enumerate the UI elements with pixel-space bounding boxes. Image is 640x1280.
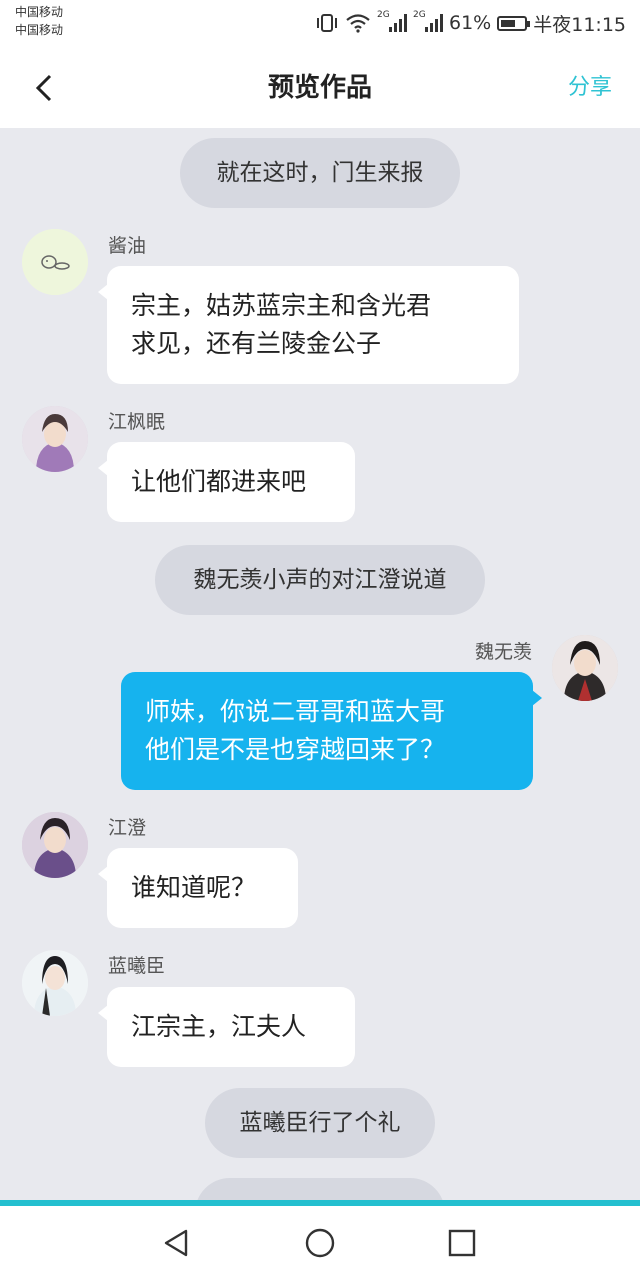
portrait-avatar-icon — [22, 812, 88, 878]
back-triangle-icon[interactable] — [160, 1226, 194, 1260]
carrier-label-1: 中国移动 — [15, 5, 64, 19]
signal-icon: 2G — [377, 10, 407, 32]
sender-name: 蓝曦臣 — [108, 955, 166, 977]
battery-icon — [497, 15, 531, 31]
system-nav-bar — [0, 1206, 640, 1280]
network-type-2: 2G — [413, 10, 426, 20]
portrait-avatar-icon — [552, 635, 618, 701]
battery-percent: 61% — [449, 12, 492, 34]
carrier-label-2: 中国移动 — [15, 23, 64, 37]
message-text-line: 他们是不是也穿越回来了？ — [145, 735, 446, 764]
status-bar: 中国移动 中国移动 2G 2G 61% 半夜11:15 — [0, 0, 640, 48]
nav-bar: 预览作品 分享 — [0, 48, 640, 128]
sender-name: 江澄 — [108, 817, 147, 839]
message-bubble: 宗主，姑苏蓝宗主和含光君 求见，还有兰陵金公子 — [98, 266, 519, 384]
portrait-avatar-icon — [22, 406, 88, 472]
sender-name: 魏无羡 — [474, 641, 532, 663]
signal-icon: 2G — [413, 10, 443, 32]
status-icons: 2G 2G 61% 半夜11:15 — [315, 10, 626, 36]
clock: 半夜11:15 — [533, 13, 626, 36]
message-text-line: 师妹，你说二哥哥和蓝大哥 — [145, 697, 446, 726]
message-text-line: 江宗主，江夫人 — [131, 1012, 307, 1041]
recents-square-icon[interactable] — [445, 1226, 479, 1260]
message-text-line: 宗主，姑苏蓝宗主和含光君 — [131, 291, 432, 320]
narration-bubble-partial — [195, 1178, 445, 1200]
message-text-line: 让他们都进来吧 — [131, 467, 307, 496]
battery-fill — [501, 19, 515, 27]
doodle-avatar-icon — [22, 229, 88, 295]
avatar[interactable] — [22, 950, 88, 1016]
narration-bubble: 就在这时，门生来报 — [180, 138, 460, 208]
page-title: 预览作品 — [267, 73, 372, 103]
message-bubble: 让他们都进来吧 — [98, 442, 355, 522]
narration-bubble: 蓝曦臣行了个礼 — [205, 1088, 435, 1158]
message-bubble: 江宗主，江夫人 — [98, 987, 355, 1067]
portrait-avatar-icon — [22, 950, 88, 1016]
narration-bubble: 魏无羡小声的对江澄说道 — [155, 545, 485, 615]
network-type-1: 2G — [377, 10, 390, 20]
message-bubble: 谁知道呢？ — [98, 848, 298, 928]
message-text-line: 求见，还有兰陵金公子 — [131, 329, 382, 358]
avatar[interactable] — [22, 812, 88, 878]
share-button[interactable]: 分享 — [568, 72, 612, 104]
avatar[interactable] — [22, 406, 88, 472]
message-bubble-own: 师妹，你说二哥哥和蓝大哥 他们是不是也穿越回来了？ — [121, 672, 542, 790]
avatar[interactable] — [552, 635, 618, 701]
sender-name: 江枫眠 — [108, 411, 166, 433]
vibrate-icon — [317, 14, 337, 32]
home-circle-icon[interactable] — [303, 1226, 337, 1260]
sender-name: 酱油 — [108, 235, 147, 257]
message-text-line: 谁知道呢？ — [131, 873, 257, 902]
chat-preview: 就在这时，门生来报 酱油 宗主，姑苏蓝宗主和含光君 求见，还有兰陵金公子 江枫眠… — [0, 128, 640, 1200]
avatar[interactable] — [22, 229, 88, 295]
wifi-icon — [346, 14, 370, 33]
